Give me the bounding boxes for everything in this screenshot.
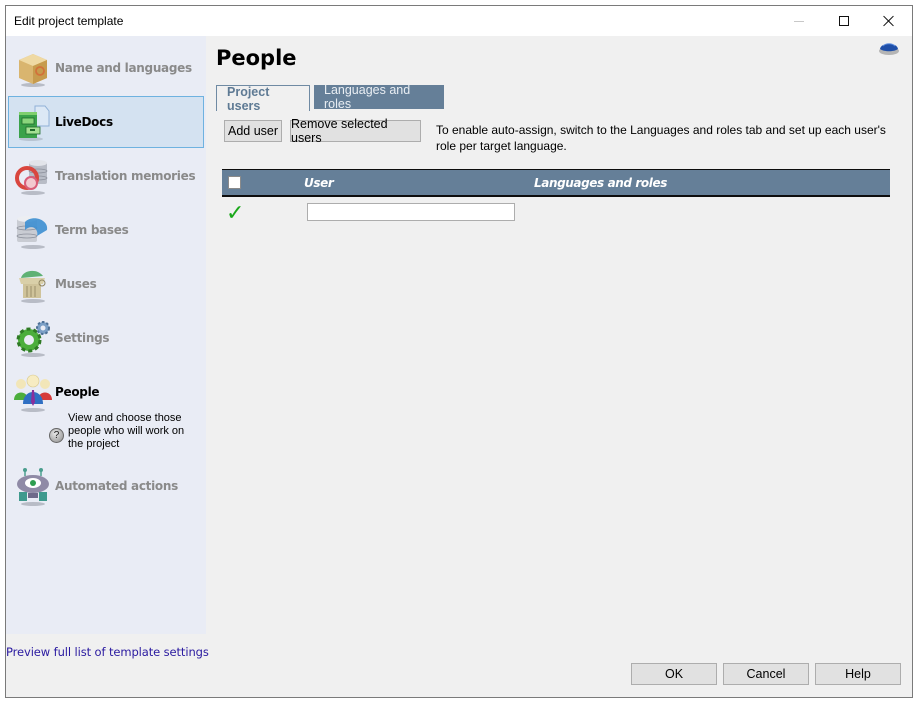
help-icon[interactable]: ? (49, 428, 64, 443)
sidebar-item-label: Translation memories (55, 169, 196, 183)
tab-label: Project users (227, 84, 270, 113)
maximize-icon (839, 16, 849, 26)
sidebar-item-term-bases[interactable]: Term bases (8, 204, 204, 256)
close-button[interactable] (866, 6, 912, 36)
window-title: Edit project template (14, 14, 124, 28)
column-header-languages-and-roles[interactable]: Languages and roles (534, 176, 667, 190)
preview-template-settings-link[interactable]: Preview full list of template settings (6, 645, 209, 659)
package-box-icon (13, 48, 53, 88)
user-name-input[interactable] (307, 203, 515, 221)
people-group-icon (13, 372, 53, 412)
translation-memory-database-icon (13, 156, 53, 196)
minimize-button[interactable] (776, 6, 822, 36)
memoq-logo-icon (878, 40, 900, 56)
people-description: View and choose those people who will wo… (68, 412, 185, 450)
sidebar-item-settings[interactable]: Settings (8, 312, 204, 364)
sidebar-item-translation-memories[interactable]: Translation memories (8, 150, 204, 202)
sidebar-nav: Name and languages LiveDocs Translation … (6, 36, 206, 634)
sidebar-item-label: Automated actions (55, 479, 178, 493)
cancel-button[interactable]: Cancel (723, 663, 809, 685)
remove-selected-users-button[interactable]: Remove selected users (290, 117, 421, 145)
sidebar-item-name-and-languages[interactable]: Name and languages (8, 42, 204, 94)
term-base-database-icon (13, 210, 53, 250)
close-icon (883, 15, 895, 27)
users-grid-header: User Languages and roles (222, 169, 890, 197)
robot-icon (13, 466, 53, 506)
checkmark-icon: ✓ (226, 201, 245, 226)
maximize-button[interactable] (821, 6, 867, 36)
sidebar-item-label: Term bases (55, 223, 129, 237)
sidebar-item-label: Name and languages (55, 61, 192, 75)
sidebar-item-label: LiveDocs (55, 115, 113, 129)
sidebar-item-people[interactable]: People (8, 366, 204, 418)
select-all-checkbox[interactable] (228, 176, 241, 189)
column-header-user[interactable]: User (304, 176, 334, 190)
sidebar-item-automated-actions[interactable]: Automated actions (8, 460, 204, 512)
add-user-button[interactable]: Add user (224, 120, 282, 142)
file-cabinet-icon (13, 102, 53, 142)
tab-languages-and-roles[interactable]: Languages and roles (314, 83, 444, 111)
tab-label: Languages and roles (324, 83, 411, 111)
sidebar-item-label: Settings (55, 331, 110, 345)
sidebar-item-livedocs[interactable]: LiveDocs (8, 96, 204, 148)
sidebar-item-muses[interactable]: Muses (8, 258, 204, 310)
sidebar-item-label: Muses (55, 277, 97, 291)
title-bar: Edit project template (6, 6, 912, 36)
tab-project-users[interactable]: Project users (216, 84, 310, 113)
help-button[interactable]: Help (815, 663, 901, 685)
muse-column-icon (13, 264, 53, 304)
ok-button[interactable]: OK (631, 663, 717, 685)
sidebar-item-label: People (55, 385, 100, 399)
gears-icon (13, 318, 53, 358)
minimize-icon (794, 20, 804, 22)
auto-assign-hint: To enable auto-assign, switch to the Lan… (436, 123, 886, 153)
page-title: People (216, 46, 297, 70)
